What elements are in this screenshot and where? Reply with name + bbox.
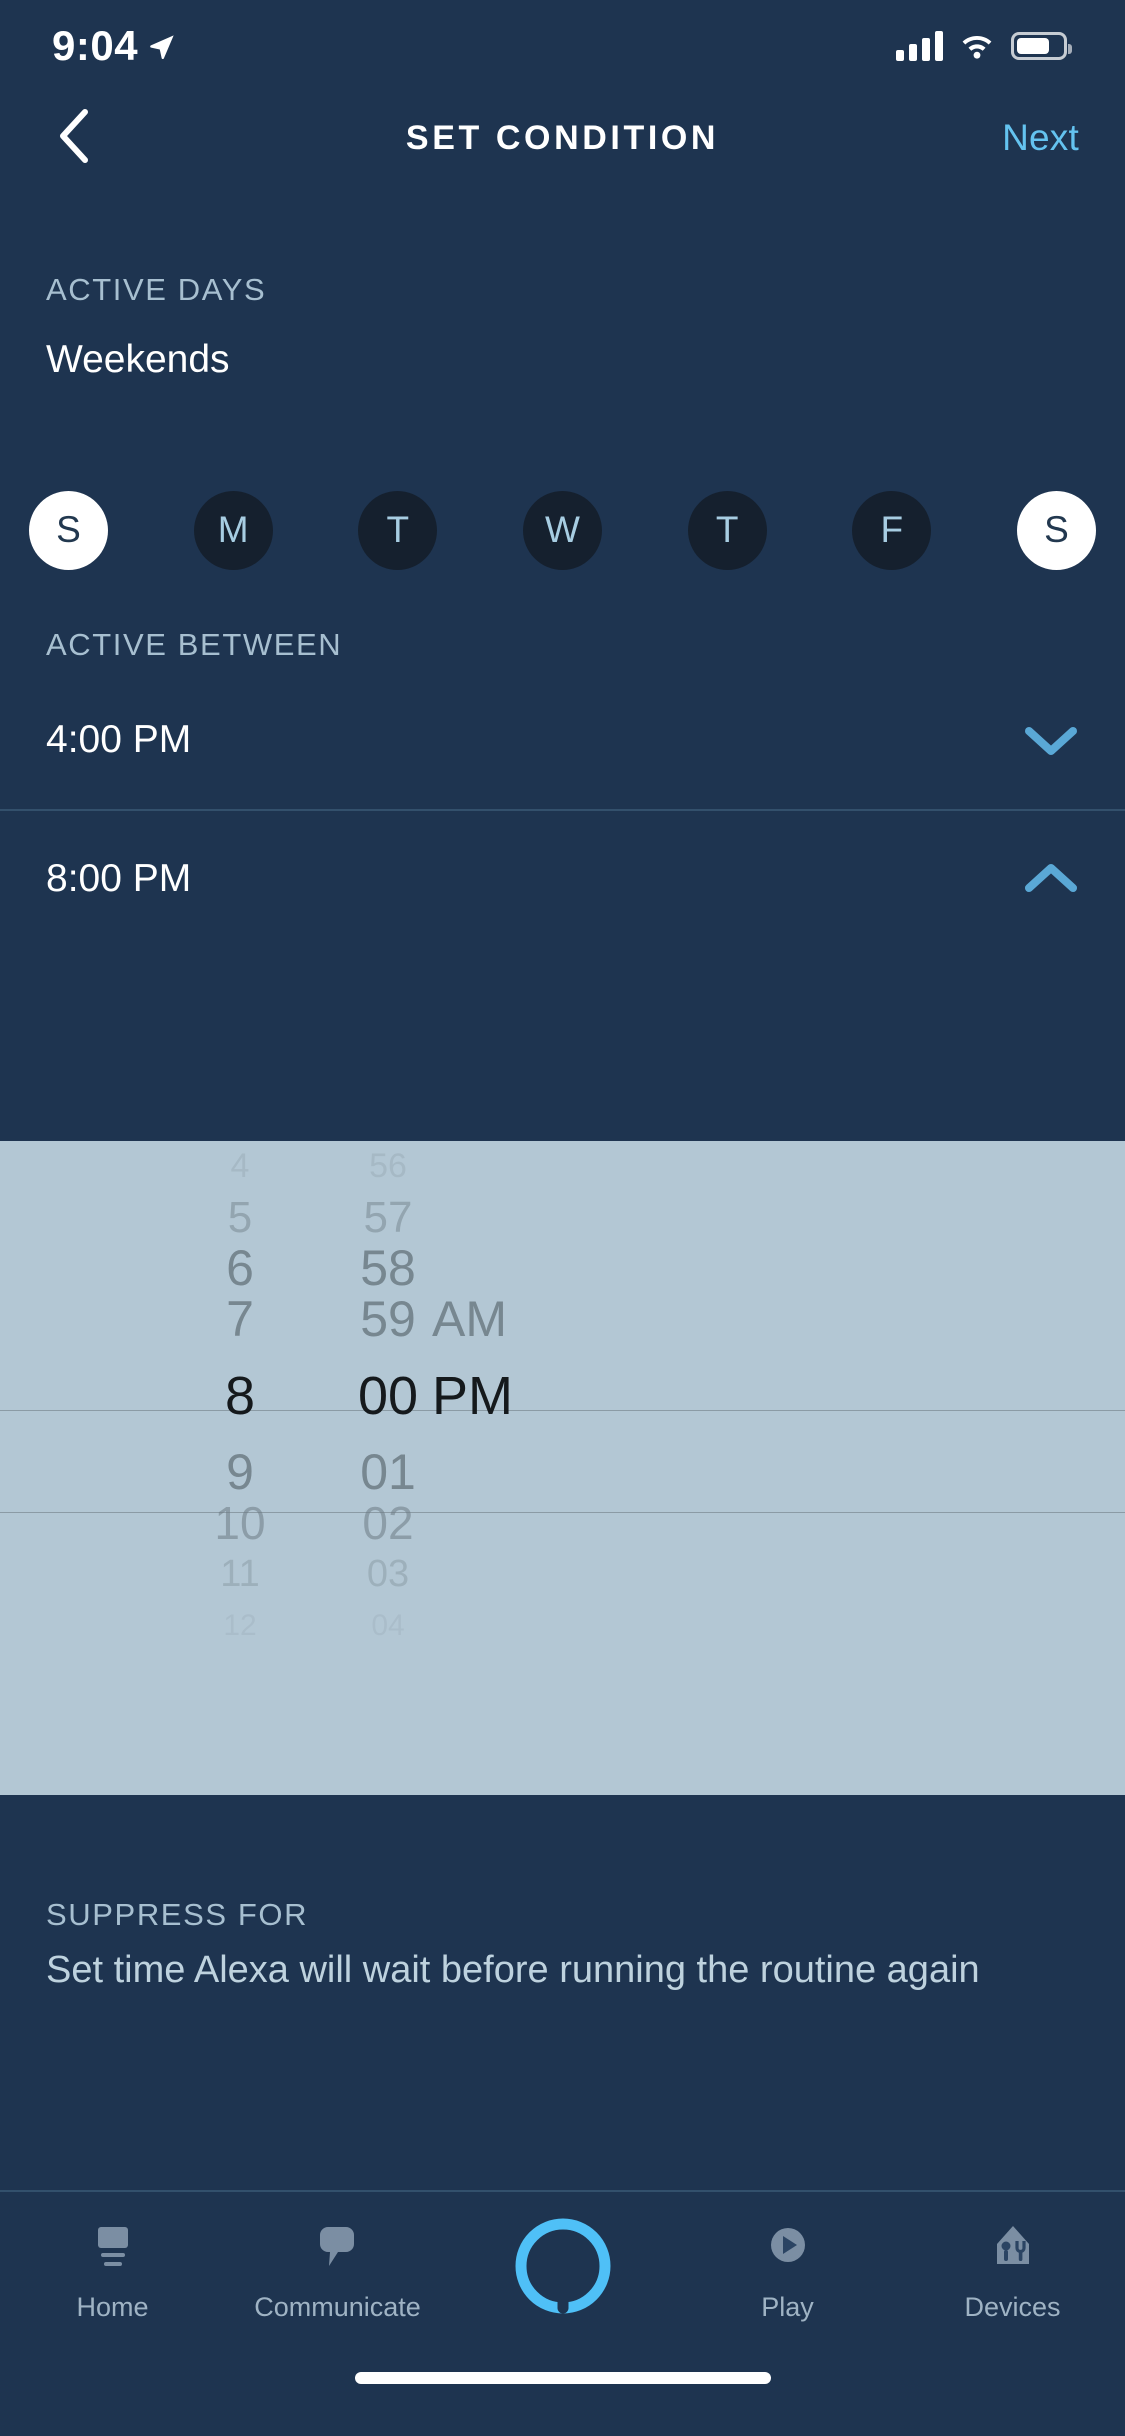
speech-bubble-icon	[316, 2214, 360, 2282]
tab-home[interactable]: Home	[0, 2214, 225, 2323]
start-time-value: 4:00 PM	[46, 718, 192, 761]
day-toggle-sunday[interactable]: S	[29, 490, 108, 570]
wifi-icon	[959, 32, 995, 60]
day-letter: W	[545, 509, 580, 550]
tab-communicate[interactable]: Communicate	[225, 2214, 450, 2323]
day-toggle-saturday[interactable]: S	[1016, 490, 1096, 570]
battery-icon	[1011, 32, 1072, 60]
home-icon	[91, 2214, 135, 2282]
day-letter: F	[880, 509, 904, 550]
cellular-bars-icon	[896, 31, 943, 61]
day-letter: T	[386, 509, 410, 550]
tab-play[interactable]: Play	[675, 2214, 900, 2323]
status-bar: 9:04	[0, 0, 1125, 92]
home-indicator	[354, 2372, 771, 2384]
time-picker[interactable]: 4 5 6 7 8 9 10 11 12 56 57 58 59 00 01 0…	[0, 1141, 1125, 1795]
period-spacer	[398, 1243, 658, 1294]
day-letter: S	[1044, 509, 1069, 550]
day-toggle-thursday[interactable]: T	[687, 490, 767, 570]
tab-label: Play	[761, 2292, 814, 2322]
next-button[interactable]: Next	[1002, 117, 1079, 159]
active-between-section-label: ACTIVE BETWEEN	[46, 627, 343, 662]
end-time-row[interactable]: 8:00 PM	[0, 809, 1125, 947]
day-toggle-wednesday[interactable]: W	[522, 490, 602, 570]
tab-label: Devices	[964, 2292, 1061, 2322]
start-time-row[interactable]: 4:00 PM	[0, 671, 1125, 809]
period-spacer	[398, 1141, 658, 1192]
period-spacer	[398, 1549, 658, 1600]
day-letter: S	[56, 509, 81, 550]
day-letter: T	[715, 509, 739, 550]
page-title: SET CONDITION	[405, 118, 720, 157]
suppress-for-section-label: SUPPRESS FOR	[46, 1897, 309, 1932]
day-toggle-tuesday[interactable]: T	[358, 490, 438, 570]
tab-label: Home	[76, 2292, 149, 2322]
tab-devices[interactable]: Devices	[900, 2214, 1125, 2323]
period-spacer	[398, 1498, 658, 1549]
day-selector: S M T W T F S	[0, 447, 1125, 613]
period-option-selected[interactable]: PM	[398, 1345, 658, 1447]
period-spacer	[398, 1447, 658, 1498]
status-bar-left: 9:04	[52, 22, 176, 70]
devices-bulb-icon	[991, 2214, 1035, 2282]
status-bar-right	[896, 31, 1072, 61]
suppress-for-description: Set time Alexa will wait before running …	[46, 1949, 980, 1991]
period-spacer	[398, 1192, 658, 1243]
tab-alexa[interactable]	[450, 2214, 675, 2328]
end-time-value: 8:00 PM	[46, 857, 192, 900]
chevron-up-icon[interactable]	[1023, 862, 1079, 896]
active-days-value[interactable]: Weekends	[46, 338, 230, 382]
play-circle-icon	[764, 2214, 812, 2282]
navigation-bar: SET CONDITION Next	[0, 92, 1125, 184]
location-arrow-icon	[148, 33, 176, 61]
tab-label: Communicate	[254, 2292, 421, 2322]
period-option[interactable]: AM	[398, 1294, 658, 1345]
day-toggle-friday[interactable]: F	[852, 490, 932, 570]
active-days-section-label: ACTIVE DAYS	[46, 272, 267, 307]
status-time: 9:04	[52, 22, 139, 69]
day-letter: M	[217, 509, 249, 550]
tab-bar: Home Communicate Play Devices	[0, 2190, 1125, 2360]
day-toggle-monday[interactable]: M	[193, 490, 273, 570]
period-wheel[interactable]: AM PM	[398, 1141, 658, 1795]
chevron-down-icon[interactable]	[1023, 723, 1079, 757]
alexa-ring-icon	[511, 2214, 615, 2318]
